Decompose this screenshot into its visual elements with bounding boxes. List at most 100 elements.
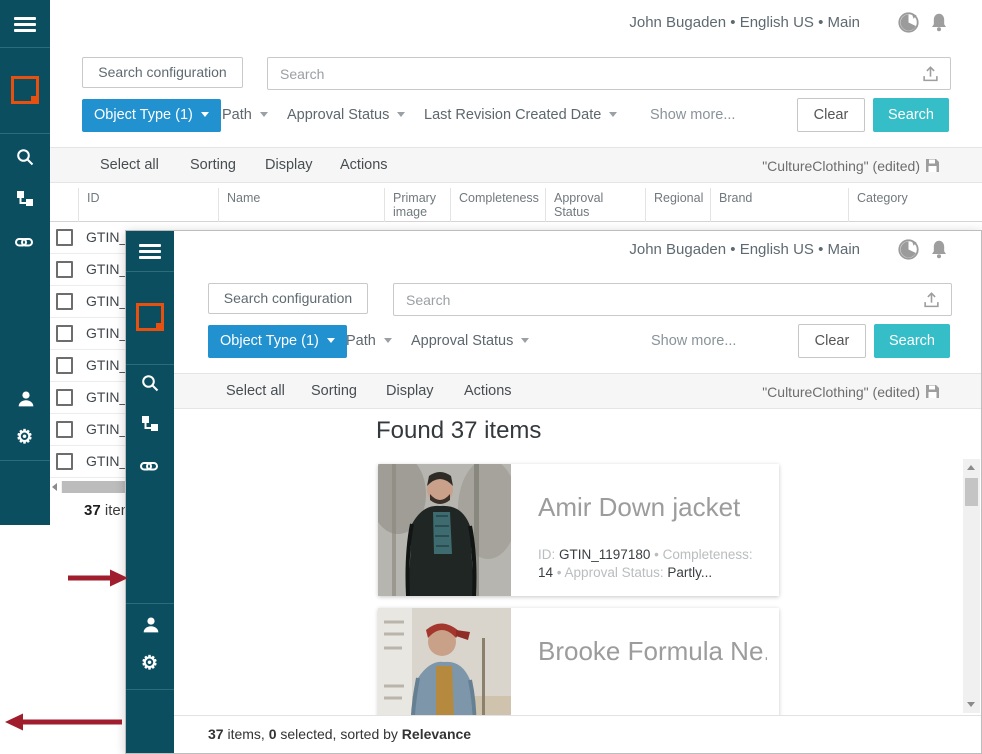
column-header[interactable]: Category — [848, 188, 982, 222]
row-checkbox[interactable] — [56, 421, 73, 438]
search-input[interactable] — [393, 283, 952, 316]
chevron-down-icon — [327, 338, 335, 343]
scrollbar-thumb[interactable] — [965, 478, 978, 506]
display-button[interactable]: Display — [386, 383, 434, 399]
scrollbar-track[interactable] — [61, 481, 130, 493]
sorting-button[interactable]: Sorting — [311, 383, 357, 399]
show-more-link[interactable]: Show more... — [651, 333, 736, 349]
chevron-down-icon — [397, 112, 405, 117]
column-header[interactable]: Approval Status — [545, 188, 645, 222]
scroll-left-icon[interactable] — [52, 483, 57, 491]
vertical-scrollbar[interactable] — [963, 459, 980, 713]
divider — [126, 364, 174, 365]
row-checkbox[interactable] — [56, 357, 73, 374]
bell-icon[interactable] — [930, 239, 948, 260]
user-info[interactable]: John Bugaden • English US • Main — [629, 241, 860, 258]
filter-object-type[interactable]: Object Type (1) — [82, 99, 221, 132]
product-card[interactable]: Amir Down jacket ID: GTIN_1197180 • Comp… — [378, 464, 779, 596]
filter-approval-status[interactable]: Approval Status — [411, 333, 529, 349]
outer-table-header: IDNamePrimary imageCompletenessApproval … — [50, 188, 982, 222]
app-logo[interactable] — [136, 303, 164, 331]
sorting-button[interactable]: Sorting — [190, 157, 236, 173]
show-more-link[interactable]: Show more... — [650, 107, 735, 123]
chevron-down-icon — [384, 338, 392, 343]
row-id[interactable]: GTIN_ — [86, 261, 127, 277]
row-id[interactable]: GTIN_ — [86, 357, 127, 373]
search-input[interactable] — [267, 57, 951, 90]
scrollbar-thumb[interactable] — [62, 481, 128, 493]
product-id: GTIN_1197180 — [559, 547, 650, 562]
save-icon[interactable] — [925, 158, 940, 173]
actions-button[interactable]: Actions — [340, 157, 388, 173]
export-icon[interactable] — [923, 291, 940, 309]
results-heading: Found 37 items — [376, 417, 541, 445]
status-text: 37 items, 0 selected, sorted by Relevanc… — [208, 726, 471, 742]
link-icon[interactable] — [140, 457, 158, 475]
search-button[interactable]: Search — [874, 324, 950, 358]
column-header[interactable]: Brand — [710, 188, 848, 222]
user-icon[interactable] — [142, 616, 160, 634]
outer-toolbar: Select all Sorting Display Actions "Cult… — [50, 147, 982, 183]
row-id[interactable]: GTIN_ — [86, 325, 127, 341]
row-id[interactable]: GTIN_ — [86, 453, 127, 469]
column-header-checkbox[interactable] — [50, 188, 78, 222]
row-checkbox[interactable] — [56, 293, 73, 310]
filter-path[interactable]: Path — [346, 333, 392, 349]
settings-gear-icon[interactable]: ⚙ — [16, 428, 33, 447]
filter-last-revision-created-date[interactable]: Last Revision Created Date — [424, 107, 617, 123]
saved-search-name: "CultureClothing" (edited) — [762, 158, 920, 174]
column-header[interactable]: ID — [78, 188, 218, 222]
user-info[interactable]: John Bugaden • English US • Main — [629, 14, 860, 31]
divider — [0, 47, 50, 48]
divider — [0, 133, 50, 134]
display-button[interactable]: Display — [265, 157, 313, 173]
row-id[interactable]: GTIN_ — [86, 389, 127, 405]
select-all-button[interactable]: Select all — [100, 157, 159, 173]
user-icon[interactable] — [17, 390, 35, 408]
chevron-down-icon — [201, 112, 209, 117]
column-header[interactable]: Regional — [645, 188, 710, 222]
app-logo[interactable] — [11, 76, 39, 104]
scroll-up-icon[interactable] — [967, 465, 975, 470]
inner-sidebar: ⚙ — [126, 231, 174, 753]
clear-button[interactable]: Clear — [798, 324, 866, 358]
horizontal-scrollbar[interactable] — [50, 480, 130, 494]
search-button[interactable]: Search — [873, 98, 949, 132]
search-configuration-button[interactable]: Search configuration — [208, 283, 368, 314]
row-id[interactable]: GTIN_ — [86, 421, 127, 437]
export-icon[interactable] — [922, 65, 939, 83]
hierarchy-icon[interactable] — [16, 190, 34, 208]
search-icon[interactable] — [141, 374, 159, 392]
column-header[interactable]: Primary image — [384, 188, 450, 222]
row-id[interactable]: GTIN_ — [86, 293, 127, 309]
row-checkbox[interactable] — [56, 453, 73, 470]
clear-button[interactable]: Clear — [797, 98, 865, 132]
bell-icon[interactable] — [930, 12, 948, 33]
history-icon[interactable] — [897, 238, 920, 261]
row-checkbox[interactable] — [56, 261, 73, 278]
column-header[interactable]: Name — [218, 188, 384, 222]
scroll-down-icon[interactable] — [967, 702, 975, 707]
filter-path[interactable]: Path — [222, 107, 268, 123]
save-icon[interactable] — [925, 384, 940, 399]
column-header[interactable]: Completeness — [450, 188, 545, 222]
history-icon[interactable] — [897, 11, 920, 34]
divider — [0, 460, 50, 461]
settings-gear-icon[interactable]: ⚙ — [141, 654, 158, 673]
filter-approval-status[interactable]: Approval Status — [287, 107, 405, 123]
row-id[interactable]: GTIN_ — [86, 229, 127, 245]
search-icon[interactable] — [16, 148, 34, 166]
link-icon[interactable] — [15, 233, 33, 251]
hierarchy-icon[interactable] — [141, 415, 159, 433]
menu-icon[interactable] — [139, 244, 161, 259]
actions-button[interactable]: Actions — [464, 383, 512, 399]
row-checkbox[interactable] — [56, 325, 73, 342]
filter-object-type[interactable]: Object Type (1) — [208, 325, 347, 358]
select-all-button[interactable]: Select all — [226, 383, 285, 399]
search-configuration-button[interactable]: Search configuration — [82, 57, 243, 88]
menu-icon[interactable] — [14, 17, 36, 32]
row-checkbox[interactable] — [56, 229, 73, 246]
divider — [126, 271, 174, 272]
row-checkbox[interactable] — [56, 389, 73, 406]
product-completeness: 14 — [538, 565, 553, 580]
